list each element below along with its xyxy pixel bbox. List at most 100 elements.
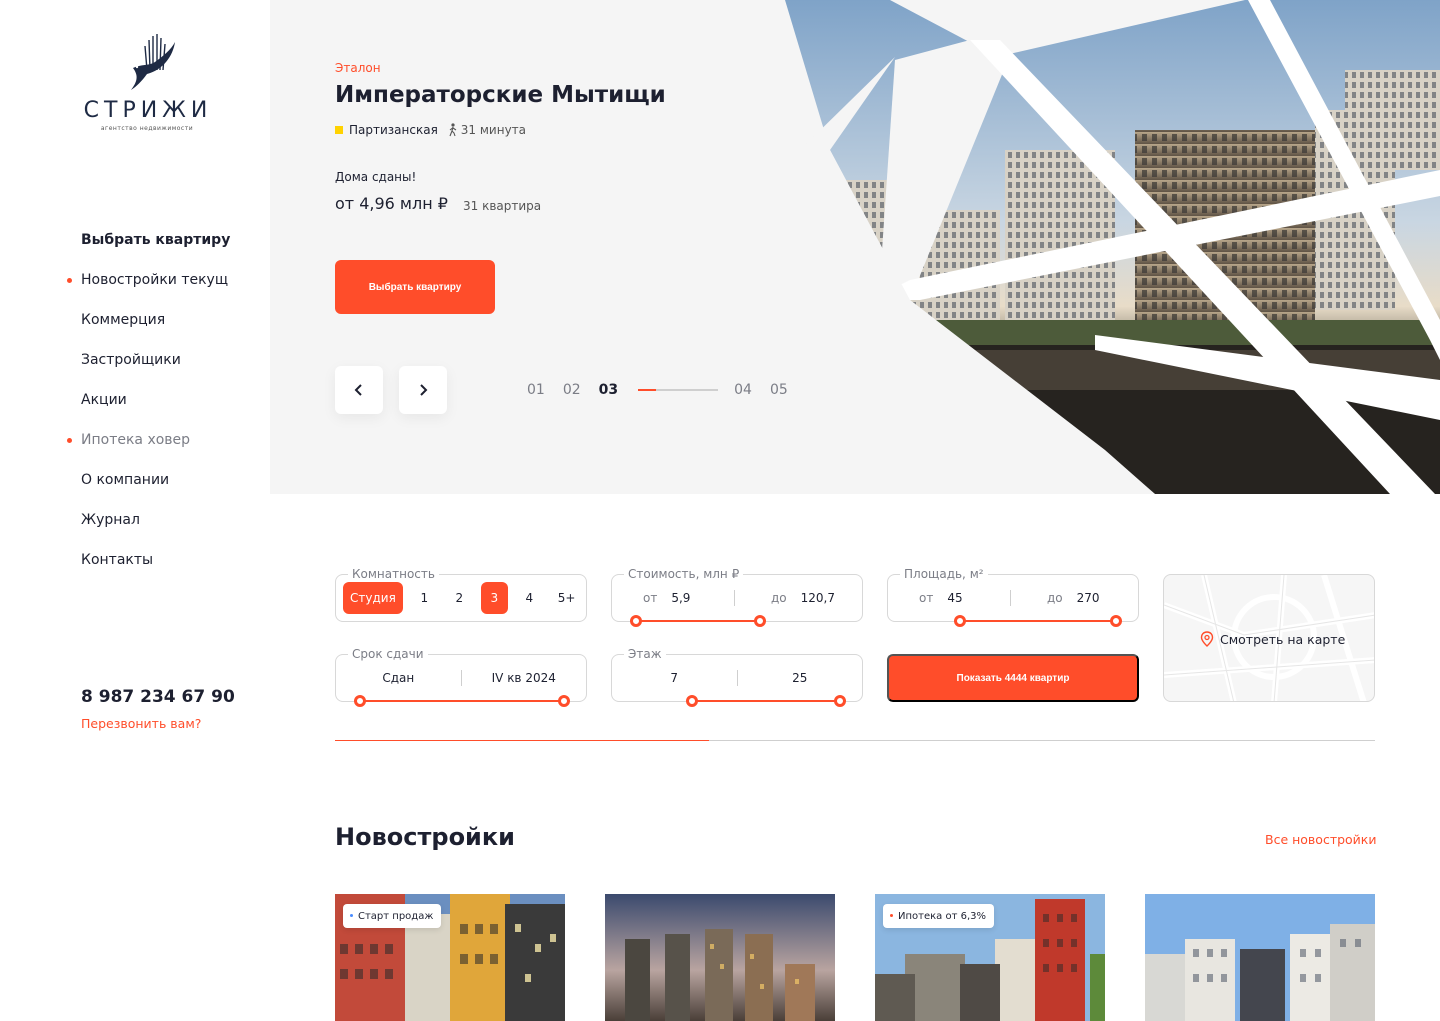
floor-slider-track xyxy=(692,700,840,702)
deadline-slider-track xyxy=(360,700,564,702)
area-from[interactable]: от 45 xyxy=(888,575,1010,621)
room-option-5plus[interactable]: 5+ xyxy=(551,582,583,614)
nav-item-about[interactable]: О компании xyxy=(81,470,230,510)
room-option-studio[interactable]: Студия xyxy=(343,582,403,614)
deadline-slider-max-handle[interactable] xyxy=(558,695,570,707)
floor-from[interactable]: 7 xyxy=(612,655,737,701)
building-card[interactable]: Ипотека от 6,3% xyxy=(875,894,1105,1021)
building-photo xyxy=(605,894,835,1021)
deadline-slider-min-handle[interactable] xyxy=(354,695,366,707)
area-filter-label: Площадь, м² xyxy=(900,567,988,581)
callback-link[interactable]: Перезвонить вам? xyxy=(81,716,201,731)
price-slider-min-handle[interactable] xyxy=(630,615,642,627)
area-from-value: 45 xyxy=(947,591,963,605)
building-card[interactable] xyxy=(605,894,835,1021)
price-from[interactable]: от 5,9 xyxy=(612,575,734,621)
floor-slider[interactable] xyxy=(686,695,846,707)
all-new-buildings-link[interactable]: Все новостройки xyxy=(1265,832,1376,847)
hero-banner: Эталон Императорские Мытищи Партизанская… xyxy=(270,0,1440,494)
price-slider-max-handle[interactable] xyxy=(754,615,766,627)
logo-name: СТРИЖИ xyxy=(83,98,213,123)
floor-to[interactable]: 25 xyxy=(738,655,863,701)
section-title: Новостройки xyxy=(335,823,515,851)
map-view-label: Смотреть на карте xyxy=(1200,631,1345,647)
area-slider-max-handle[interactable] xyxy=(1110,615,1122,627)
price-slider-track xyxy=(636,620,760,622)
from-label: от xyxy=(643,591,658,605)
nav-item-contacts[interactable]: Контакты xyxy=(81,550,230,590)
area-to[interactable]: до 270 xyxy=(1011,575,1138,621)
floor-range: 7 25 xyxy=(612,655,862,701)
logo[interactable]: СТРИЖИ агентство недвижимости xyxy=(84,30,218,132)
developer-name[interactable]: Эталон xyxy=(335,61,381,75)
nav-item-developers[interactable]: Застройщики xyxy=(81,350,230,390)
deadline-to[interactable]: IV кв 2024 xyxy=(462,655,587,701)
area-to-value: 270 xyxy=(1076,591,1100,605)
deadline-range: Сдан IV кв 2024 xyxy=(336,655,586,701)
nav-item-promotions[interactable]: Акции xyxy=(81,390,230,430)
area-range: от 45 до 270 xyxy=(888,575,1138,621)
room-option-3[interactable]: 3 xyxy=(480,582,508,614)
floor-filter: Этаж 7 25 xyxy=(611,647,863,707)
building-photo xyxy=(1145,894,1375,1021)
slide-number[interactable]: 04 xyxy=(734,382,752,398)
next-slide-button[interactable] xyxy=(399,366,447,414)
nav-item-new-buildings[interactable]: Новостройки текущ xyxy=(66,270,230,310)
deadline-slider[interactable] xyxy=(354,695,570,707)
deadline-from[interactable]: Сдан xyxy=(336,655,461,701)
slide-progress-fill xyxy=(638,389,656,391)
nav-item-choose-apartment[interactable]: Выбрать квартиру xyxy=(81,230,230,270)
floor-slider-max-handle[interactable] xyxy=(834,695,846,707)
deadline-to-value: IV кв 2024 xyxy=(491,671,556,685)
location-pin-icon xyxy=(1200,631,1214,647)
slide-number[interactable]: 05 xyxy=(770,382,788,398)
logo-tagline: агентство недвижимости xyxy=(100,125,194,132)
delivery-status: Дома сданы! xyxy=(335,170,417,184)
building-card[interactable] xyxy=(1145,894,1375,1021)
metro-info: Партизанская 31 минута xyxy=(335,123,526,137)
metro-line-icon xyxy=(335,126,343,134)
slide-number[interactable]: 01 xyxy=(527,382,545,398)
nav-item-journal[interactable]: Журнал xyxy=(81,510,230,550)
room-option-2[interactable]: 2 xyxy=(446,582,473,614)
to-label: до xyxy=(771,591,787,605)
nav-item-mortgage[interactable]: Ипотека ховер xyxy=(66,430,230,470)
building-card[interactable]: Старт продаж xyxy=(335,894,565,1021)
filter-progress-fill xyxy=(335,740,710,741)
area-slider-track xyxy=(960,620,1116,622)
pedestrian-icon xyxy=(449,123,457,137)
price-filter-label: Стоимость, млн ₽ xyxy=(624,567,744,581)
hero-building-photo xyxy=(785,0,1440,494)
room-option-1[interactable]: 1 xyxy=(411,582,438,614)
swift-bird-icon xyxy=(131,34,175,90)
price-slider[interactable] xyxy=(630,615,766,627)
slide-number-current[interactable]: 03 xyxy=(599,382,618,398)
choose-apartment-button[interactable]: Выбрать квартиру xyxy=(335,260,495,314)
room-option-4[interactable]: 4 xyxy=(516,582,543,614)
rooms-filter: Комнатность Студия 1 2 3 4 5+ xyxy=(335,567,587,622)
from-label: от xyxy=(919,591,934,605)
price-range: от 5,9 до 120,7 xyxy=(612,575,862,621)
area-slider[interactable] xyxy=(954,615,1122,627)
show-results-button[interactable]: Показать 4444 квартир xyxy=(887,654,1139,702)
phone-number[interactable]: 8 987 234 67 90 xyxy=(81,687,235,707)
area-slider-min-handle[interactable] xyxy=(954,615,966,627)
to-label: до xyxy=(1047,591,1063,605)
filter-progress-bar xyxy=(335,740,1375,741)
slide-number[interactable]: 02 xyxy=(563,382,581,398)
prev-slide-button[interactable] xyxy=(335,366,383,414)
floor-slider-min-handle[interactable] xyxy=(686,695,698,707)
card-badge: Старт продаж xyxy=(343,904,442,928)
map-view-button[interactable]: Смотреть на карте xyxy=(1163,574,1375,702)
price-to-value: 120,7 xyxy=(800,591,835,605)
walk-time-value: 31 минута xyxy=(460,123,527,137)
deadline-filter: Срок сдачи Сдан IV кв 2024 xyxy=(335,647,587,707)
area-filter: Площадь, м² от 45 до 270 xyxy=(887,567,1139,627)
floor-filter-label: Этаж xyxy=(624,647,666,661)
chevron-left-icon xyxy=(354,384,362,396)
deadline-filter-label: Срок сдачи xyxy=(348,647,428,661)
nav-item-commercial[interactable]: Коммерция xyxy=(81,310,230,350)
deadline-from-value: Сдан xyxy=(382,671,415,685)
price-to[interactable]: до 120,7 xyxy=(735,575,862,621)
price-filter: Стоимость, млн ₽ от 5,9 до 120,7 xyxy=(611,567,863,627)
